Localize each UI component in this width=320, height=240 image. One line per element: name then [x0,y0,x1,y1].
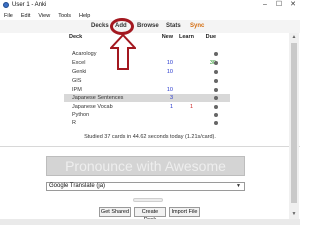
gear-icon[interactable] [214,96,218,100]
deck-name[interactable]: GIS [72,77,81,85]
deck-name[interactable]: R [72,119,76,127]
gear-icon[interactable] [214,61,218,65]
menu-edit[interactable]: Edit [17,11,34,20]
gear-icon[interactable] [214,52,218,56]
maximize-button[interactable]: ☐ [272,0,286,10]
minimize-button[interactable]: – [258,0,272,10]
menu-view[interactable]: View [34,11,54,20]
vertical-scrollbar[interactable]: ▲ ▼ [289,33,299,219]
get-shared-button[interactable]: Get Shared [99,207,131,217]
deck-name[interactable]: Japanese Vocab [72,103,113,111]
window-title: User 1 - Anki [12,2,47,8]
create-deck-button[interactable]: Create Deck [134,207,166,223]
menu-tools[interactable]: Tools [54,11,75,20]
pronounce-button[interactable]: Pronounce with Awesome [46,156,245,176]
deck-new-count: 10 [166,87,173,93]
deck-new-count: 3 [169,95,173,101]
deck-row-gis[interactable]: GIS [64,77,230,85]
header-due: Due [205,34,216,40]
deck-row-ipm[interactable]: IPM 10 [64,86,230,94]
gear-icon[interactable] [214,79,218,83]
deck-row-excel[interactable]: Excel 10 30 [64,59,230,67]
deck-row-python[interactable]: Python [64,111,230,119]
toolbar-stats[interactable]: Stats [166,23,181,29]
gear-icon[interactable] [214,121,218,125]
loading-bar [133,198,163,202]
tts-selected-value: Google Translate (ja) [49,183,106,189]
deck-row-genki[interactable]: Genki 10 [64,68,230,76]
deck-name[interactable]: Excel [72,59,85,67]
toolbar-sync[interactable]: Sync [190,23,204,29]
deck-name[interactable]: Python [72,111,89,119]
deck-new-count: 1 [169,104,173,110]
menu-bar: File Edit View Tools Help [0,11,300,20]
gear-icon[interactable] [214,88,218,92]
header-learn: Learn [179,34,194,40]
close-button[interactable]: ✕ [286,0,300,10]
deck-name[interactable]: IPM [72,86,82,94]
gear-icon[interactable] [214,70,218,74]
title-bar: User 1 - Anki – ☐ ✕ [0,0,300,11]
menu-help[interactable]: Help [75,11,94,20]
gear-icon[interactable] [214,113,218,117]
main-toolbar: Decks Add Browse Stats Sync [0,20,300,33]
anki-logo-icon [3,2,9,8]
bottom-edge [0,219,300,225]
deck-new-count: 10 [166,69,173,75]
header-deck: Deck [69,34,83,40]
deck-name[interactable]: Japanese Sentences [72,94,123,102]
toolbar-browse[interactable]: Browse [137,23,159,29]
deck-name[interactable]: Genki [72,68,86,76]
scroll-up-icon[interactable]: ▲ [289,34,299,40]
import-file-button[interactable]: Import File [169,207,200,217]
gear-icon[interactable] [214,105,218,109]
chevron-down-icon: ▼ [236,183,241,189]
toolbar-decks[interactable]: Decks [91,23,109,29]
menu-file[interactable]: File [0,11,17,20]
header-new: New [161,34,173,40]
deck-row-japanese-vocab[interactable]: Japanese Vocab 1 1 [64,103,230,111]
deck-row-r[interactable]: R [64,119,230,127]
scroll-thumb[interactable] [291,43,297,203]
deck-row-japanese-sentences[interactable]: Japanese Sentences 3 [64,94,230,102]
deck-row-acarology[interactable]: Acarology [64,50,230,58]
deck-name[interactable]: Acarology [72,50,96,58]
studied-summary: Studied 37 cards in 44.62 seconds today … [84,134,216,140]
deck-learn-count: 1 [189,104,193,110]
deck-new-count: 10 [166,60,173,66]
tts-service-select[interactable]: Google Translate (ja) ▼ [46,182,245,191]
scroll-down-icon[interactable]: ▼ [289,211,299,217]
deck-table-header: Deck New Learn Due [64,33,230,41]
divider [0,146,300,147]
